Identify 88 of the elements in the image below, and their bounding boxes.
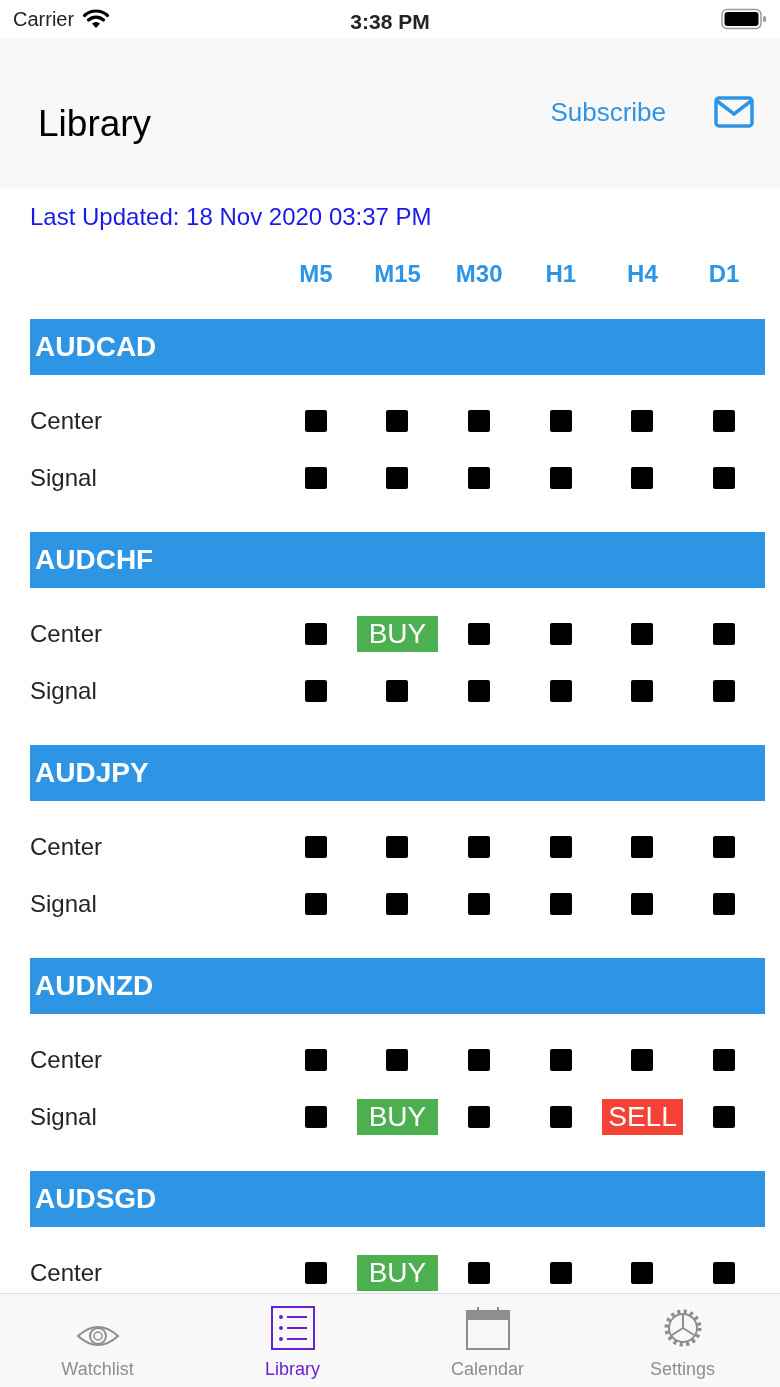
subscribe-link[interactable]: Subscribe	[550, 92, 666, 132]
empty-square	[386, 892, 409, 915]
tab-item[interactable]: Settings	[585, 1294, 780, 1387]
buy-signal: BUY	[357, 1254, 438, 1291]
empty-square	[386, 1048, 409, 1071]
empty-square	[468, 622, 491, 645]
empty-square	[549, 892, 572, 915]
empty-square	[386, 679, 409, 702]
pair-header: AUDCHF	[30, 532, 765, 588]
empty-square	[304, 835, 327, 858]
empty-square	[713, 892, 736, 915]
empty-square	[304, 409, 327, 432]
empty-square	[631, 892, 654, 915]
pair-header: AUDJPY	[30, 745, 765, 801]
row-label: Signal	[30, 675, 98, 706]
empty-square	[549, 1048, 572, 1071]
list-icon	[270, 1306, 315, 1350]
empty-square	[631, 835, 654, 858]
empty-square	[549, 622, 572, 645]
empty-square	[631, 622, 654, 645]
pair-header: AUDNZD	[30, 958, 765, 1014]
empty-square	[713, 679, 736, 702]
row-label: Center	[30, 1044, 104, 1075]
empty-square	[468, 466, 491, 489]
timeframe-header: H4	[626, 259, 659, 289]
empty-square	[713, 835, 736, 858]
page-title: Library	[38, 102, 152, 147]
empty-square	[468, 1048, 491, 1071]
row-label: Center	[30, 1257, 104, 1288]
empty-square	[468, 835, 491, 858]
timeframe-header: M15	[373, 259, 422, 289]
empty-square	[386, 466, 409, 489]
empty-square	[713, 466, 736, 489]
timeframe-header: M5	[298, 259, 334, 289]
empty-square	[631, 466, 654, 489]
mail-icon[interactable]	[714, 96, 754, 128]
calendar-icon	[465, 1306, 510, 1350]
empty-square	[631, 1261, 654, 1284]
pair-header: AUDCAD	[30, 319, 765, 375]
wifi-icon	[82, 9, 111, 29]
empty-square	[304, 892, 327, 915]
empty-square	[468, 409, 491, 432]
empty-square	[631, 679, 654, 702]
buy-signal: BUY	[357, 615, 438, 652]
empty-square	[713, 622, 736, 645]
empty-square	[304, 679, 327, 702]
row-label: Signal	[30, 888, 98, 919]
empty-square	[304, 1048, 327, 1071]
row-label: Signal	[30, 1101, 98, 1132]
empty-square	[549, 1105, 572, 1128]
battery-icon	[721, 8, 767, 30]
empty-square	[549, 466, 572, 489]
buy-signal: BUY	[357, 1098, 438, 1135]
empty-square	[304, 466, 327, 489]
carrier-label: Carrier	[13, 7, 75, 32]
empty-square	[304, 622, 327, 645]
tab-item[interactable]: Library	[195, 1294, 390, 1387]
row-label: Center	[30, 618, 104, 649]
pair-header: AUDSGD	[30, 1171, 765, 1227]
empty-square	[713, 1048, 736, 1071]
row-label: Center	[30, 831, 104, 862]
tab-item[interactable]: Calendar	[390, 1294, 585, 1387]
empty-square	[468, 892, 491, 915]
tab-item[interactable]: Watchlist	[0, 1294, 195, 1387]
empty-square	[304, 1261, 327, 1284]
sell-signal: SELL	[601, 1098, 683, 1135]
empty-square	[713, 1261, 736, 1284]
timeframe-header: D1	[707, 259, 741, 289]
empty-square	[386, 409, 409, 432]
last-updated-text: Last Updated: 18 Nov 2020 03:37 PM	[30, 202, 433, 232]
empty-square	[631, 409, 654, 432]
empty-square	[631, 1048, 654, 1071]
empty-square	[468, 1261, 491, 1284]
empty-square	[549, 409, 572, 432]
empty-square	[386, 835, 409, 858]
empty-square	[468, 1105, 491, 1128]
status-time: 3:38 PM	[350, 9, 430, 35]
empty-square	[713, 1105, 736, 1128]
timeframe-header: M30	[454, 259, 504, 289]
empty-square	[713, 409, 736, 432]
timeframe-header: H1	[544, 259, 578, 289]
row-label: Signal	[30, 462, 98, 493]
empty-square	[304, 1105, 327, 1128]
empty-square	[468, 679, 491, 702]
row-label: Center	[30, 405, 104, 436]
empty-square	[549, 1261, 572, 1284]
empty-square	[549, 835, 572, 858]
empty-square	[549, 679, 572, 702]
